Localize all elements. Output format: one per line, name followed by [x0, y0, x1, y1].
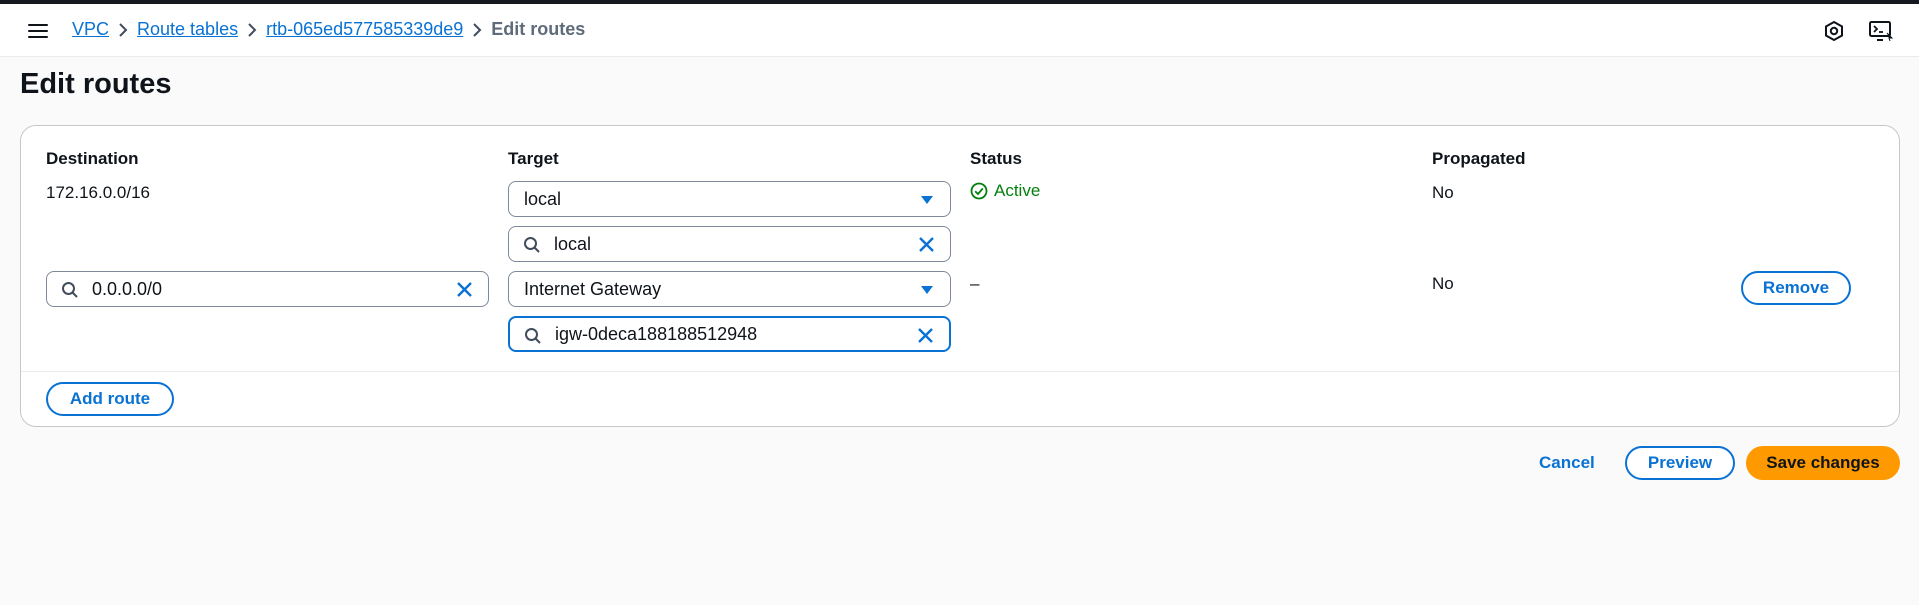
- status-success-icon: [970, 182, 988, 200]
- route-status: Active: [970, 181, 1040, 201]
- target-type-value: Internet Gateway: [524, 279, 662, 299]
- breadcrumb-current: Edit routes: [491, 19, 586, 39]
- add-route-button[interactable]: Add route: [46, 382, 174, 416]
- routes-panel: Destination Target Status Propagated 172…: [20, 125, 1900, 427]
- menu-icon[interactable]: [26, 21, 50, 41]
- app-header: VPC Route tables rtb-065ed577585339de9 E…: [0, 4, 1919, 57]
- column-header-status: Status: [970, 149, 1022, 168]
- panel-divider: [21, 371, 1899, 372]
- breadcrumb: VPC Route tables rtb-065ed577585339de9 E…: [72, 19, 585, 40]
- search-icon: [524, 237, 540, 253]
- cloudshell-icon[interactable]: [1868, 19, 1894, 43]
- chevron-right-icon: [463, 20, 491, 40]
- target-search-input[interactable]: [555, 318, 895, 350]
- destination-search: [46, 271, 489, 307]
- clear-icon[interactable]: [916, 326, 935, 345]
- column-header-target: Target: [508, 149, 559, 168]
- target-type-select[interactable]: local: [508, 181, 951, 217]
- caret-down-icon: [921, 196, 933, 204]
- clear-icon[interactable]: [455, 280, 474, 299]
- page-title: Edit routes: [20, 68, 172, 100]
- target-type-value: local: [524, 189, 562, 209]
- target-type-select[interactable]: Internet Gateway: [508, 271, 951, 307]
- breadcrumb-route-tables[interactable]: Route tables: [137, 19, 238, 40]
- breadcrumb-route-table-id[interactable]: rtb-065ed577585339de9: [266, 19, 463, 40]
- column-header-destination: Destination: [46, 149, 139, 168]
- save-changes-button[interactable]: Save changes: [1746, 446, 1900, 480]
- chevron-right-icon: [238, 20, 266, 40]
- chevron-right-icon: [109, 20, 137, 40]
- route-destination: 172.16.0.0/16: [46, 183, 150, 202]
- target-search: [508, 316, 951, 352]
- caret-down-icon: [921, 286, 933, 294]
- route-propagated: No: [1432, 183, 1454, 202]
- search-icon: [62, 282, 78, 298]
- feedback-icon[interactable]: [1822, 19, 1846, 43]
- breadcrumb-vpc[interactable]: VPC: [72, 19, 109, 40]
- clear-icon[interactable]: [917, 235, 936, 254]
- destination-input[interactable]: [92, 272, 432, 306]
- column-header-propagated: Propagated: [1432, 149, 1526, 168]
- search-icon: [525, 328, 541, 344]
- target-search: [508, 226, 951, 262]
- status-text: Active: [994, 181, 1041, 200]
- target-search-input[interactable]: [554, 227, 894, 261]
- route-status: –: [970, 274, 980, 293]
- route-propagated: No: [1432, 274, 1454, 293]
- preview-button[interactable]: Preview: [1625, 446, 1735, 480]
- cancel-button[interactable]: Cancel: [1539, 453, 1595, 473]
- remove-route-button[interactable]: Remove: [1741, 271, 1851, 305]
